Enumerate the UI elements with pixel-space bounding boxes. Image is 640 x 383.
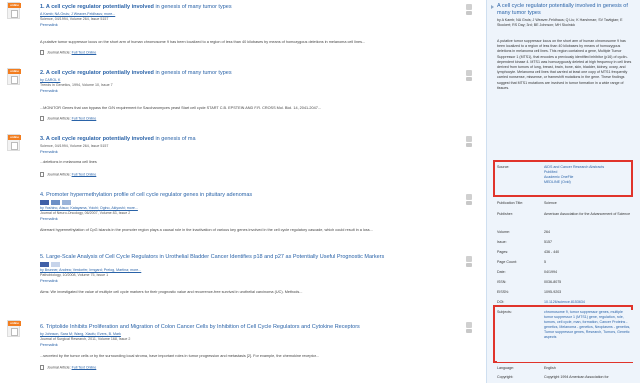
result-abstract: A putative tumor suppressor locus on the…: [40, 40, 366, 44]
result-title[interactable]: 2. A cell cycle regulator potentially in…: [40, 70, 460, 76]
full-text-link[interactable]: Full Text Online: [72, 116, 97, 120]
result-title[interactable]: 3. A cell cycle regulator potentially in…: [40, 136, 460, 142]
list-item: online 3. A cell cycle regulator potenti…: [0, 132, 486, 186]
db-thumbnail: [40, 200, 49, 205]
list-item: online 6. Triptolide Inhibits Proliferat…: [0, 318, 486, 380]
result-abstract: Aberrant hypermethylation of CpG islands…: [40, 228, 373, 232]
cite-icon[interactable]: [466, 329, 472, 333]
full-text-link[interactable]: Full Text Online: [72, 172, 97, 176]
online-tag: online: [8, 3, 21, 8]
source-values: AIDS and Cancer Research Abstracts PubMe…: [544, 165, 632, 185]
online-article-icon[interactable]: online: [7, 68, 21, 85]
result-actions: [466, 4, 476, 15]
result-actions: [466, 70, 476, 81]
online-tag: online: [8, 69, 21, 74]
source-label: Source:: [497, 165, 510, 169]
permalink-link[interactable]: Permalink: [40, 216, 58, 221]
source-link[interactable]: MEDLINE (Ovid): [544, 180, 632, 185]
result-source: Journal of Neuro-Oncology, 06/2007, Volu…: [40, 211, 131, 215]
permalink-link[interactable]: Permalink: [40, 22, 58, 27]
cite-icon[interactable]: [466, 201, 472, 205]
cite-icon[interactable]: [466, 77, 472, 81]
cite-icon[interactable]: [466, 143, 472, 147]
save-icon[interactable]: [466, 70, 472, 76]
subjects-links[interactable]: chromosome 9, tumor suppressor genes, mu…: [544, 310, 632, 340]
list-item: 5. Large-Scale Analysis of Cell Cycle Re…: [0, 252, 486, 304]
result-abstract: Aims: We investigated the value of multi…: [40, 290, 303, 294]
online-tag: online: [8, 135, 21, 140]
online-article-icon[interactable]: online: [7, 320, 21, 337]
list-item: 4. Promoter hypermethylation profile of …: [0, 190, 486, 240]
save-icon[interactable]: [466, 4, 472, 10]
result-authors[interactable]: by Johnson, Sara M; Wang, Xiaofu; Evers,…: [40, 332, 121, 336]
online-tag: online: [8, 321, 21, 326]
db-thumbnail: [51, 262, 60, 267]
result-source: Science, 04/1994, Volume 264, Issue 5157: [40, 17, 109, 21]
results-list: online 1. A cell cycle regulator potenti…: [0, 0, 486, 383]
cite-icon[interactable]: [466, 11, 472, 15]
document-icon: [40, 365, 44, 370]
result-title[interactable]: 1. A cell cycle regulator potentially in…: [40, 4, 460, 10]
online-article-icon[interactable]: online: [7, 134, 21, 151]
result-title[interactable]: 6. Triptolide Inhibits Proliferation and…: [40, 324, 460, 330]
detail-abstract: A putative tumor suppressor locus on the…: [497, 39, 632, 90]
save-icon[interactable]: [466, 136, 472, 142]
result-authors[interactable]: A Kamb; NA Gruis; J Weaver-Feldhaus; mor…: [40, 12, 115, 16]
permalink-link[interactable]: Permalink: [40, 278, 58, 283]
full-text-link[interactable]: Full Text Online: [72, 50, 97, 54]
permalink-link[interactable]: Permalink: [40, 149, 58, 154]
permalink-link[interactable]: Permalink: [40, 88, 58, 93]
save-icon[interactable]: [466, 194, 472, 200]
result-title[interactable]: 5. Large-Scale Analysis of Cell Cycle Re…: [40, 254, 460, 260]
journal-line: Journal Article: Full Text Online: [40, 172, 96, 177]
result-actions: [466, 256, 476, 267]
result-authors[interactable]: by CAROL K: [40, 78, 60, 82]
result-abstract: ...MONITOR Genes that can bypass the G/N…: [40, 106, 322, 110]
result-source: Journal of Surgical Research, 2011, Volu…: [40, 337, 131, 341]
result-actions: [466, 136, 476, 147]
document-icon: [40, 116, 44, 121]
collapse-arrow-icon[interactable]: [491, 5, 494, 9]
db-thumbnail: [40, 262, 49, 267]
save-icon[interactable]: [466, 322, 472, 328]
result-actions: [466, 322, 476, 333]
db-thumbnail: [51, 200, 60, 205]
database-thumbnails: [40, 262, 60, 267]
database-thumbnails: [40, 200, 71, 205]
detail-authors[interactable]: by A Kamb; NA Gruis; J Weaver-Feldhaus; …: [497, 18, 632, 28]
result-source: Trends in Genetics, 1994, Volume 10, Iss…: [40, 83, 113, 87]
journal-line: Journal Article: Full Text Online: [40, 365, 96, 370]
full-text-link[interactable]: Full Text Online: [72, 365, 97, 369]
online-article-icon[interactable]: online: [7, 2, 21, 19]
journal-line: Journal Article: Full Text Online: [40, 116, 96, 121]
detail-panel: A cell cycle regulator potentially invol…: [487, 0, 640, 383]
result-source: Pathobiology, 10/2008, Volume 75, Issue …: [40, 273, 109, 277]
subjects-row: Subjects: chromosome 9, tumor suppressor…: [497, 310, 637, 362]
db-thumbnail: [62, 200, 71, 205]
journal-line: Journal Article: Full Text Online: [40, 50, 96, 55]
document-icon: [40, 50, 44, 55]
permalink-link[interactable]: Permalink: [40, 342, 58, 347]
result-abstract: ...secreted by the tumor cells or by the…: [40, 354, 319, 358]
result-source: Science, 04/1994, Volume 264, Issue 5157: [40, 144, 109, 148]
result-title[interactable]: 4. Promoter hypermethylation profile of …: [40, 192, 460, 198]
subjects-label: Subjects:: [497, 310, 512, 314]
document-icon: [40, 172, 44, 177]
list-item: online 1. A cell cycle regulator potenti…: [0, 0, 486, 63]
list-item: online 2. A cell cycle regulator potenti…: [0, 66, 486, 126]
cite-icon[interactable]: [466, 263, 472, 267]
result-authors[interactable]: by Yoshino, Atsuo; Katayama, Yoichi; Ogi…: [40, 206, 138, 210]
result-actions: [466, 194, 476, 205]
save-icon[interactable]: [466, 256, 472, 262]
result-authors[interactable]: by Brunner, Andrea; Verdorfer, Irmgard; …: [40, 268, 141, 272]
result-abstract: ...deletions in melanoma cell lines: [40, 160, 97, 164]
detail-title[interactable]: A cell cycle regulator potentially invol…: [497, 3, 632, 16]
